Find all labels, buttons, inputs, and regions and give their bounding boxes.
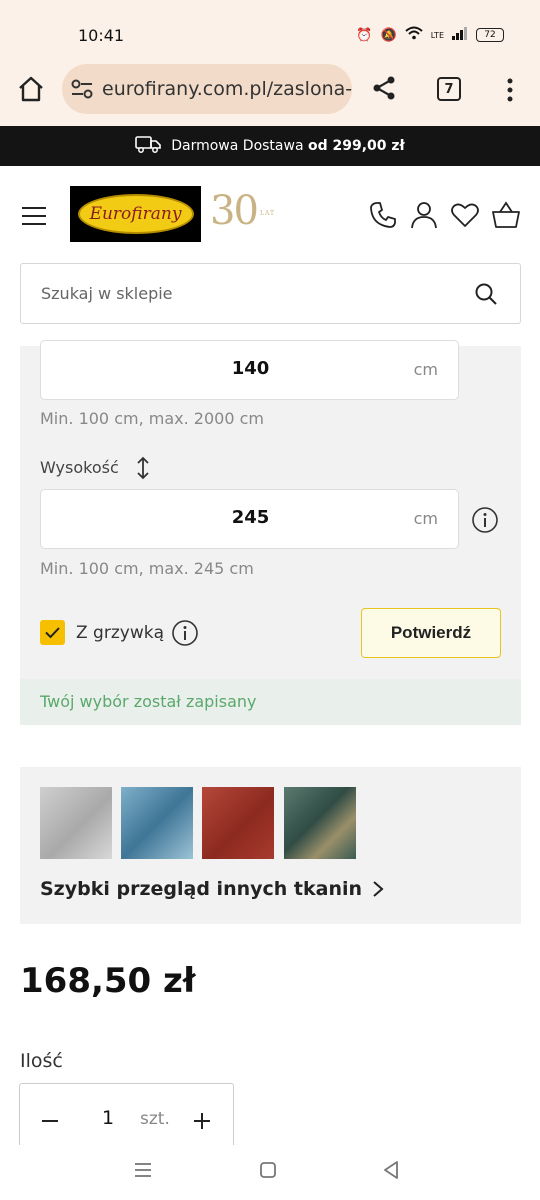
dimensions-panel: 140 cm Min. 100 cm, max. 2000 cm Wysokoś… [20,340,521,679]
url-bar[interactable]: eurofirany.com.pl/zaslona- [62,64,352,114]
confirm-button[interactable]: Potwierdź [361,608,501,658]
height-info-icon[interactable] [471,506,499,534]
network-label: LTE [430,30,444,40]
wifi-icon [405,26,423,44]
vertical-arrows-icon [136,456,150,484]
anniversary-badge: 30 LAT [210,188,275,234]
height-hint: Min. 100 cm, max. 245 cm [40,559,254,578]
search-input[interactable]: Szukaj w sklepie [41,284,173,303]
height-label: Wysokość [40,458,119,477]
other-fabrics-panel[interactable]: Szybki przegląd innych tkanin [20,767,521,924]
back-icon[interactable] [380,1159,402,1181]
fabric-swatch-red[interactable] [202,787,274,859]
fabric-swatch-grey[interactable] [40,787,112,859]
status-bar: 10:41 ⏰ 🔕 LTE 72 [0,0,540,60]
cart-basket-icon[interactable] [491,200,521,230]
promo-text: Darmowa Dostawa [171,138,304,154]
width-input[interactable]: 140 cm [40,340,459,400]
checkmark-icon [45,627,60,639]
logo-text: Eurofirany [77,194,194,234]
height-input[interactable]: 245 cm [40,489,459,549]
signal-icon [452,26,468,44]
quantity-label: Ilość [20,1050,63,1072]
chevron-right-icon[interactable] [370,879,386,899]
browser-toolbar: eurofirany.com.pl/zaslona- 7 [0,60,540,126]
phone-icon[interactable] [368,200,398,230]
fringe-label[interactable]: Z grzywką [76,623,164,643]
fringe-checkbox[interactable] [40,620,65,645]
plus-icon[interactable] [192,1111,212,1131]
fabric-swatch-teal[interactable] [284,787,356,859]
quantity-stepper: 1 szt. [19,1083,234,1145]
share-icon[interactable] [370,74,398,102]
more-menu-icon[interactable] [500,76,520,104]
tab-switcher-button[interactable]: 7 [437,77,461,101]
search-icon[interactable] [474,282,498,306]
site-header: Eurofirany 30 LAT Szukaj w sklepie [0,166,540,346]
site-settings-icon[interactable] [70,78,94,100]
battery-icon: 72 [476,28,504,42]
home-icon[interactable] [16,74,46,104]
quantity-unit: szt. [140,1109,170,1129]
height-value[interactable]: 245 [41,507,460,528]
fringe-info-icon[interactable] [171,619,199,647]
site-logo[interactable]: Eurofirany [70,186,201,242]
minus-icon[interactable] [40,1108,60,1128]
free-delivery-banner: Darmowa Dostawa od 299,00 zł [0,126,540,166]
delivery-truck-icon [135,134,162,158]
alarm-icon: ⏰ [356,27,373,43]
width-unit: cm [413,360,438,379]
saved-confirmation-message: Twój wybór został zapisany [20,679,521,725]
width-value[interactable]: 140 [41,358,460,379]
hamburger-menu-icon[interactable] [20,206,48,226]
status-time: 10:41 [78,26,125,45]
system-navigation-bar [0,1145,540,1200]
quantity-value[interactable]: 1 [102,1107,114,1129]
search-box[interactable]: Szukaj w sklepie [20,263,521,324]
promo-threshold: od 299,00 zł [307,138,405,154]
fabric-swatch-blue[interactable] [121,787,193,859]
mute-icon: 🔕 [380,27,397,43]
url-text[interactable]: eurofirany.com.pl/zaslona- [102,78,352,100]
other-fabrics-title[interactable]: Szybki przegląd innych tkanin [40,878,362,900]
height-unit: cm [413,509,438,528]
wishlist-heart-icon[interactable] [450,200,480,230]
recents-icon[interactable] [132,1159,154,1181]
status-icons: ⏰ 🔕 LTE 72 [356,26,504,44]
account-icon[interactable] [409,200,439,230]
product-price: 168,50 zł [20,961,196,1001]
home-nav-icon[interactable] [257,1159,279,1181]
width-hint: Min. 100 cm, max. 2000 cm [40,409,264,428]
